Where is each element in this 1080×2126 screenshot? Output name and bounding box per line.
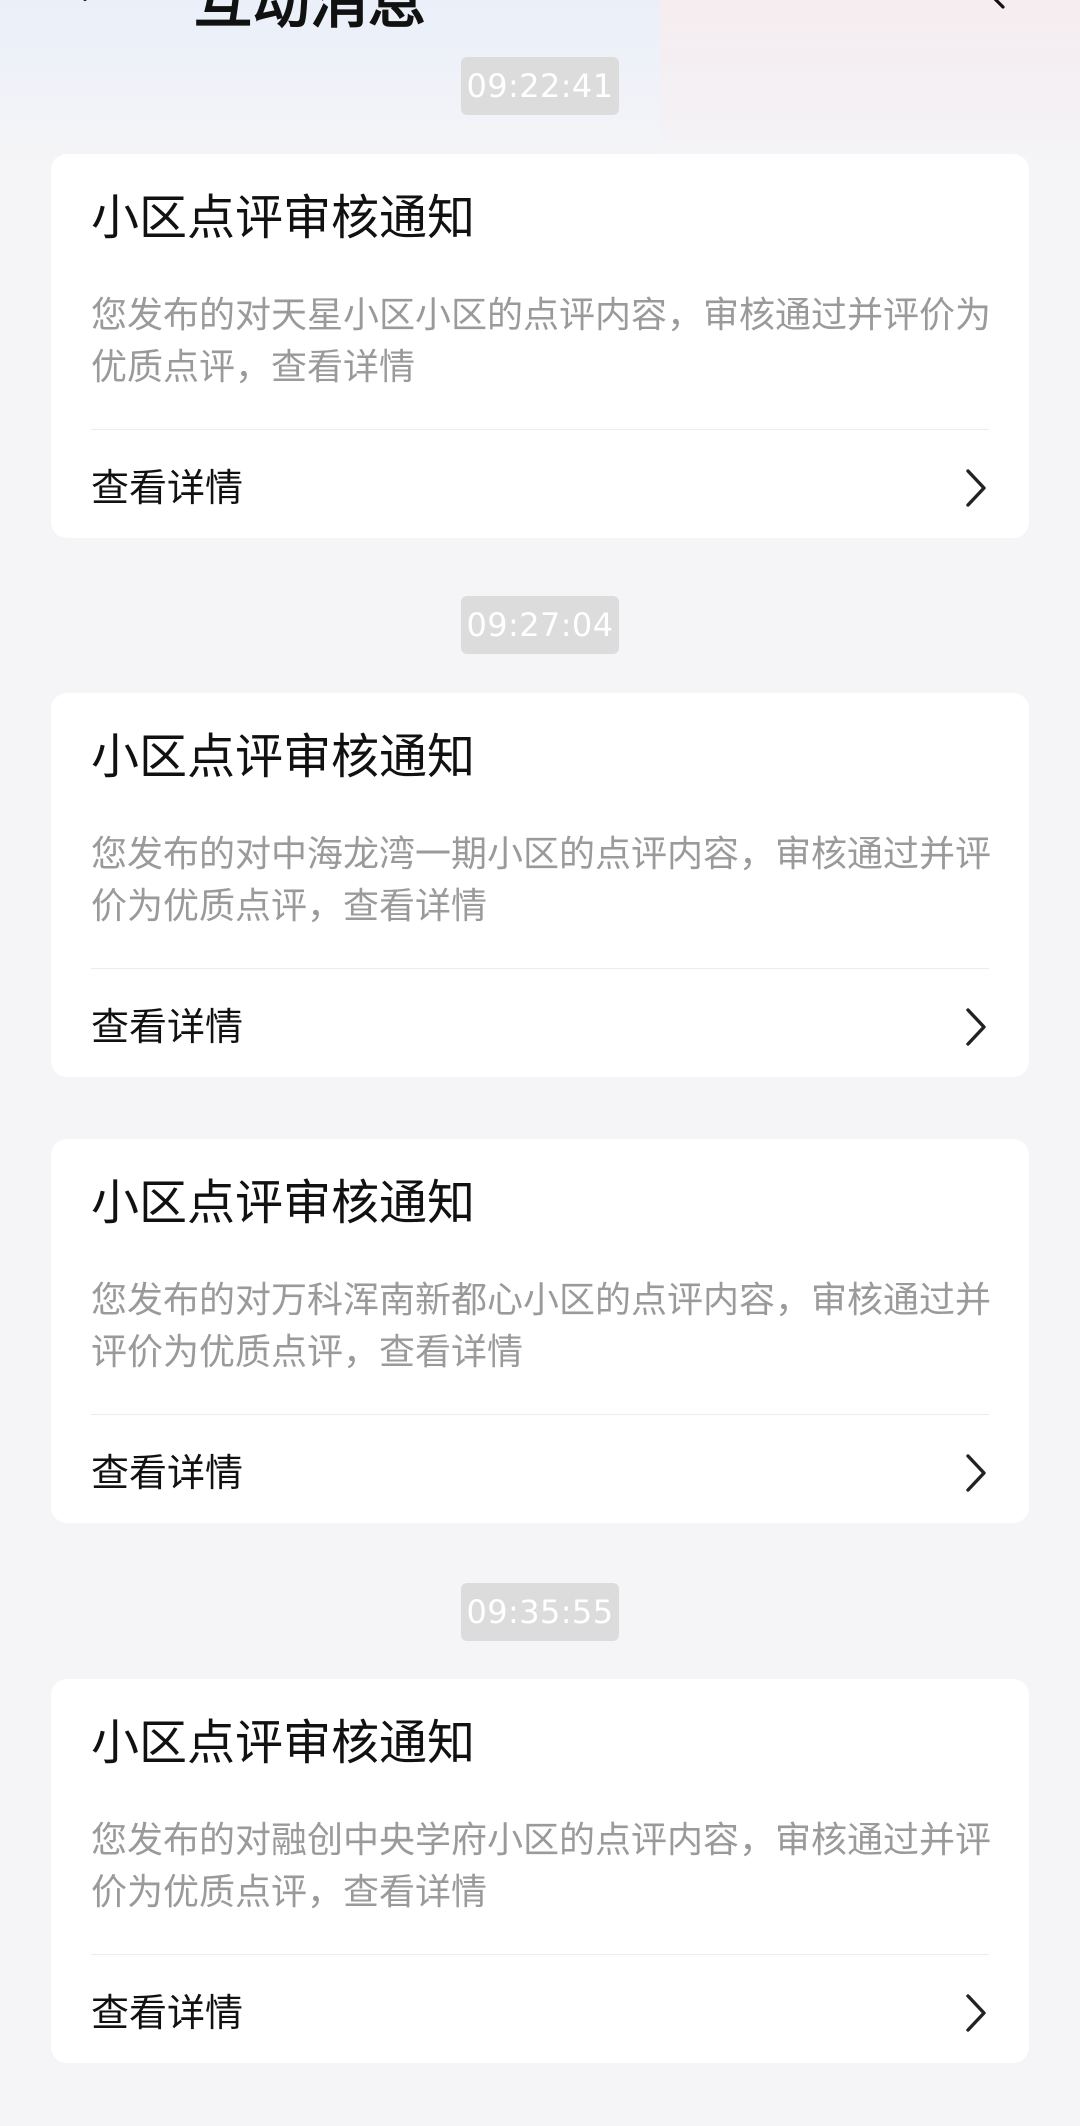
notification-card[interactable]: 小区点评审核通知 您发布的对天星小区小区的点评内容，审核通过并评价为优质点评，查… bbox=[51, 154, 1029, 538]
timestamp-badge: 09:35:55 bbox=[461, 1583, 619, 1641]
view-details-link[interactable]: 查看详情 bbox=[91, 1979, 989, 2053]
view-details-label: 查看详情 bbox=[91, 1991, 244, 2035]
notification-title: 小区点评审核通知 bbox=[91, 729, 476, 785]
notification-title: 小区点评审核通知 bbox=[91, 1715, 476, 1771]
chevron-right-icon bbox=[966, 1008, 986, 1046]
top-bar: 互动消息 bbox=[0, 0, 1080, 34]
card-divider bbox=[91, 429, 989, 430]
notification-title: 小区点评审核通知 bbox=[91, 1175, 476, 1231]
view-details-link[interactable]: 查看详情 bbox=[91, 454, 989, 528]
timestamp-badge: 09:22:41 bbox=[461, 57, 619, 115]
view-details-label: 查看详情 bbox=[91, 1005, 244, 1049]
notification-description: 您发布的对融创中央学府小区的点评内容，审核通过并评价为优质点评，查看详情 bbox=[91, 1820, 992, 1913]
view-details-link[interactable]: 查看详情 bbox=[91, 1439, 989, 1513]
view-details-label: 查看详情 bbox=[91, 466, 244, 510]
chevron-right-icon bbox=[966, 1454, 986, 1492]
more-icon[interactable] bbox=[985, 0, 1025, 12]
notification-description: 您发布的对天星小区小区的点评内容，审核通过并评价为优质点评，查看详情 bbox=[91, 295, 992, 388]
timestamp-badge: 09:27:04 bbox=[461, 596, 619, 654]
chevron-right-icon bbox=[966, 469, 986, 507]
card-divider bbox=[91, 968, 989, 969]
notification-card[interactable]: 小区点评审核通知 您发布的对中海龙湾一期小区的点评内容，审核通过并评价为优质点评… bbox=[51, 693, 1029, 1077]
notification-title: 小区点评审核通知 bbox=[91, 190, 476, 246]
notification-description: 您发布的对万科浑南新都心小区的点评内容，审核通过并评价为优质点评，查看详情 bbox=[91, 1280, 992, 1373]
page-title: 互动消息 bbox=[194, 0, 427, 34]
chevron-right-icon bbox=[966, 1994, 986, 2032]
message-page: 互动消息 09:22:41 小区点评审核通知 您发布的对天星小区小区的点评内容，… bbox=[0, 0, 1080, 2126]
back-icon[interactable] bbox=[60, 0, 100, 5]
notification-card[interactable]: 小区点评审核通知 您发布的对融创中央学府小区的点评内容，审核通过并评价为优质点评… bbox=[51, 1679, 1029, 2063]
card-divider bbox=[91, 1414, 989, 1415]
notification-card[interactable]: 小区点评审核通知 您发布的对万科浑南新都心小区的点评内容，审核通过并评价为优质点… bbox=[51, 1139, 1029, 1523]
notification-description: 您发布的对中海龙湾一期小区的点评内容，审核通过并评价为优质点评，查看详情 bbox=[91, 834, 992, 927]
view-details-link[interactable]: 查看详情 bbox=[91, 993, 989, 1067]
view-details-label: 查看详情 bbox=[91, 1451, 244, 1495]
card-divider bbox=[91, 1954, 989, 1955]
